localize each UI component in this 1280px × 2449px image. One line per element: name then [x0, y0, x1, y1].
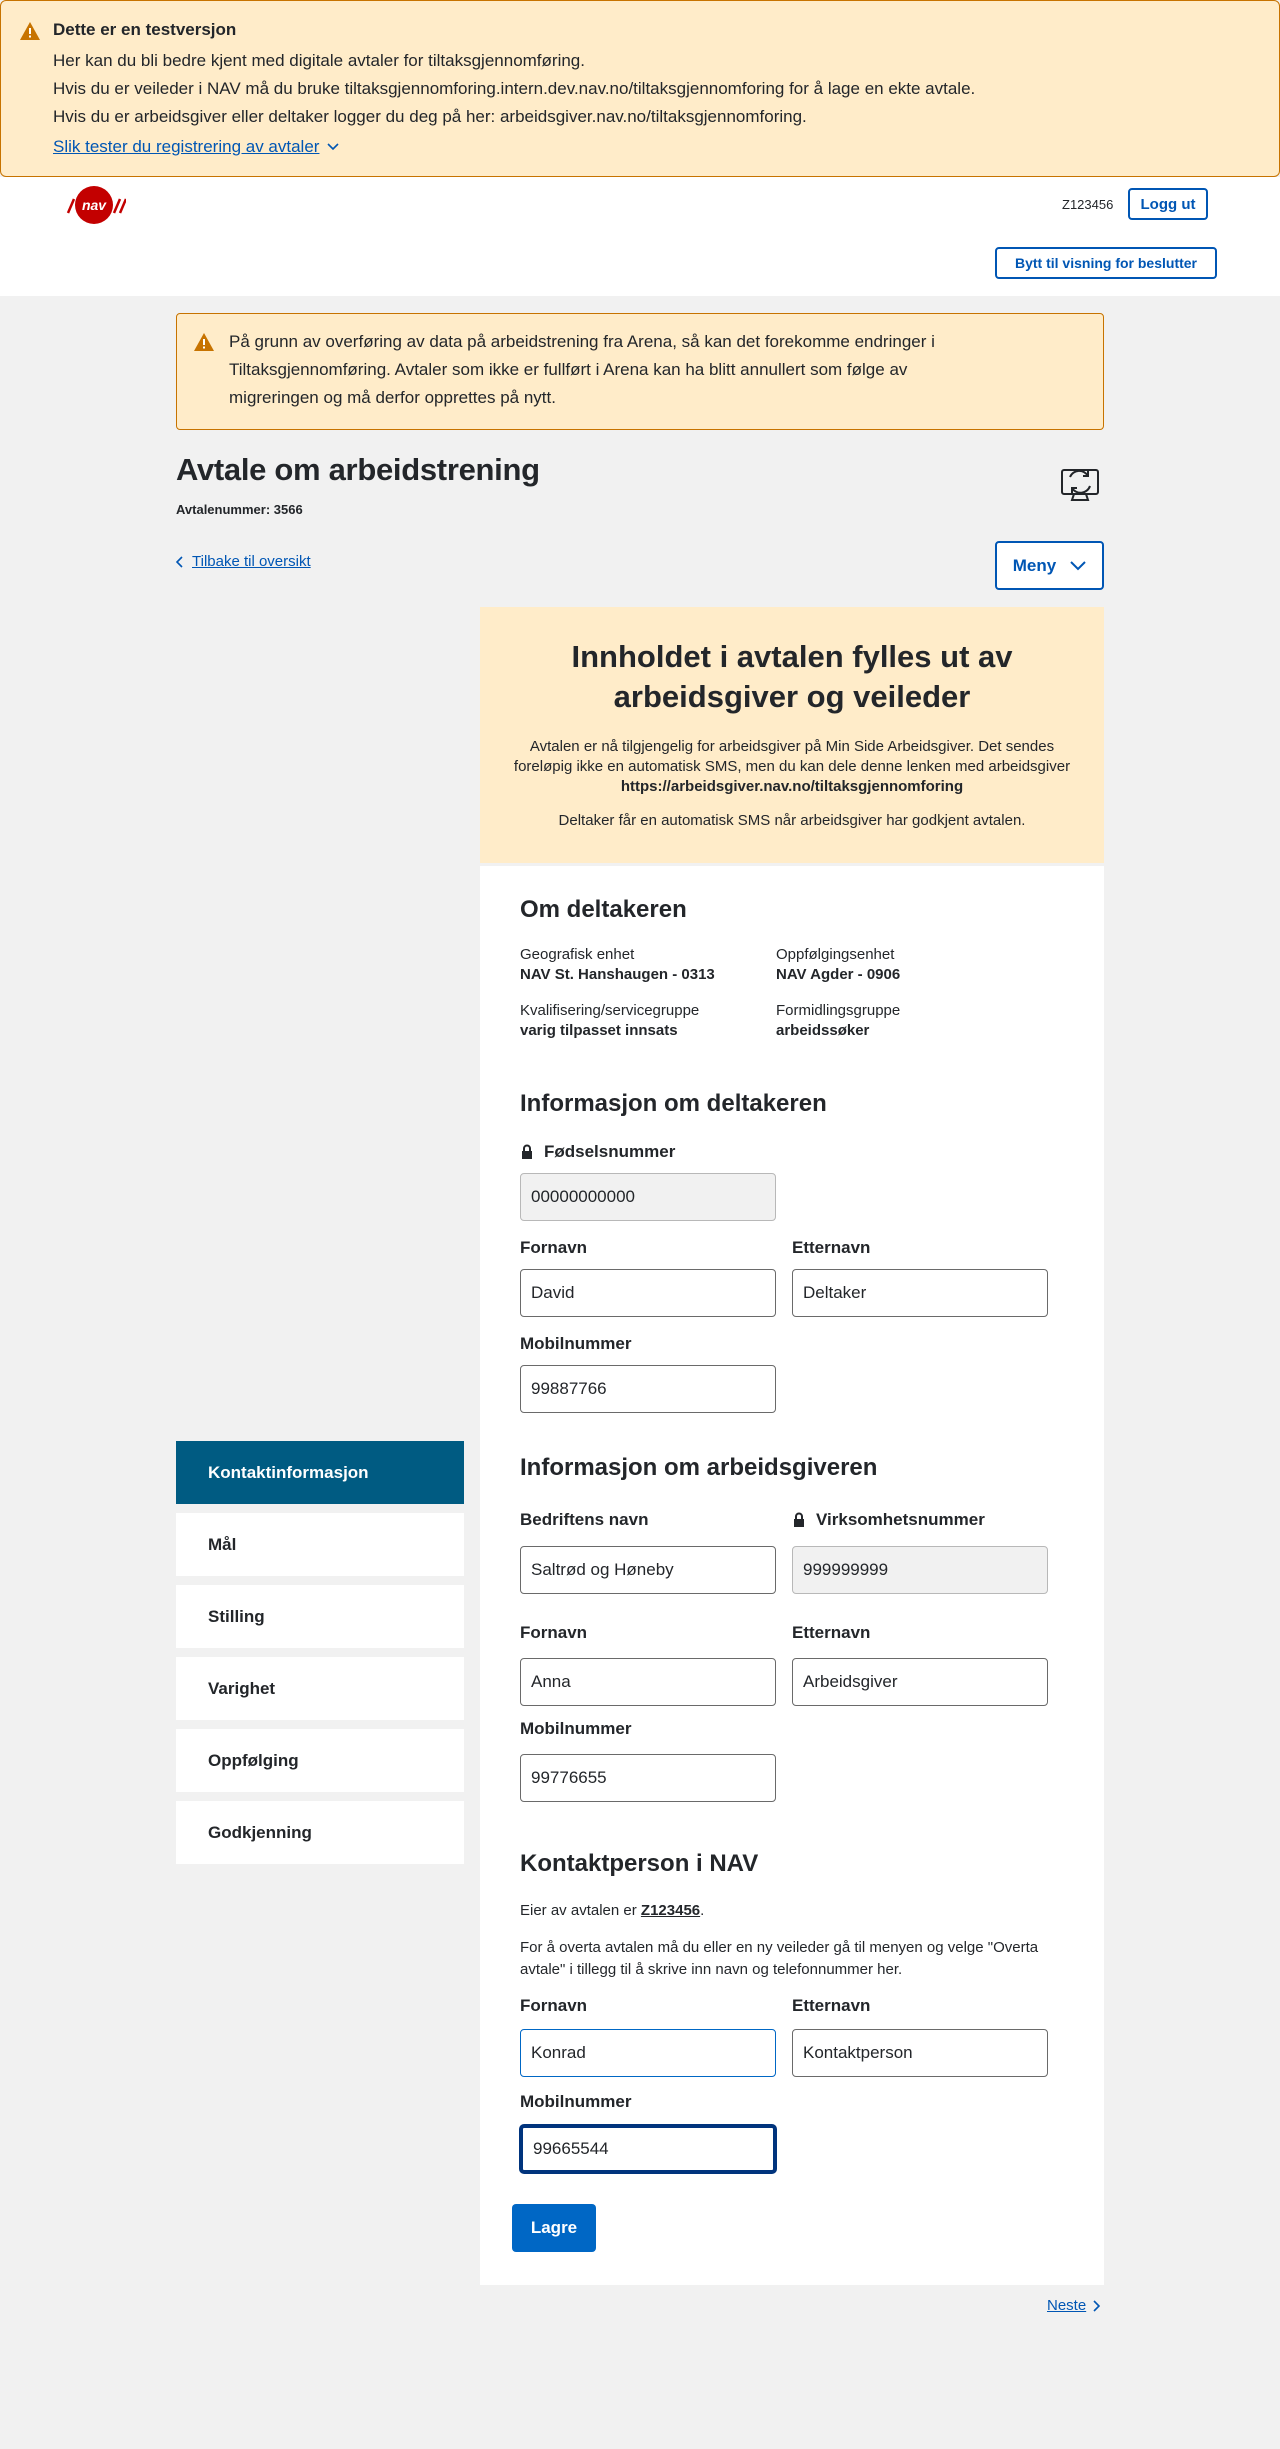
chevron-down-icon [1070, 560, 1086, 570]
menu-button-label: Meny [1012, 555, 1057, 575]
nav-contact-last-name-label: Etternavn [792, 1996, 871, 2015]
test-banner-line-2: Hvis du er veileder i NAV må du bruke ti… [53, 79, 976, 98]
back-to-overview-link[interactable]: Tilbake til oversikt [176, 553, 311, 570]
switch-to-decider-view-button[interactable]: Bytt til visning for beslutter [995, 247, 1217, 279]
participant-first-name-input[interactable] [520, 1269, 776, 1317]
company-name-input[interactable] [520, 1546, 776, 1594]
computer-sync-icon [1061, 469, 1099, 501]
logo-text: nav [82, 197, 107, 213]
nav-logo[interactable]: nav [62, 185, 126, 225]
menu-button[interactable]: Meny [995, 541, 1104, 590]
section-title-om-deltakeren: Om deltakeren [520, 896, 687, 923]
participant-first-name-label: Fornavn [520, 1238, 588, 1257]
lock-icon [794, 1512, 804, 1527]
mediation-group-label: Formidlingsgruppe [776, 1002, 901, 1019]
employer-first-name-label: Fornavn [520, 1623, 588, 1642]
takeover-instructions: For å overta avtalen må du eller en ny v… [520, 1939, 1039, 1978]
follow-up-unit-value: NAV Agder - 0906 [776, 966, 901, 983]
org-number-label: Virksomhetsnummer [792, 1510, 985, 1530]
info-box-heading: Innholdet i avtalen fylles ut av arbeids… [571, 639, 1013, 714]
agreement-owner-text: Eier av avtalen er Z123456. [520, 1900, 1080, 1922]
employer-url: https://arbeidsgiver.nav.no/tiltaksgjenn… [620, 778, 964, 795]
test-banner-line-1: Her kan du bli bedre kjent med digitale … [53, 51, 585, 70]
next-link-label: Neste [1047, 2297, 1087, 2314]
chevron-left-icon [176, 555, 183, 568]
arena-migration-alert: På grunn av overføring av data på arbeid… [176, 313, 1104, 430]
nav-item-godkjenning[interactable]: Godkjenning [176, 1801, 464, 1864]
nav-contact-mobile-label: Mobilnummer [520, 2092, 632, 2111]
test-guide-link[interactable]: Slik tester du registrering av avtaler [53, 133, 340, 161]
page-title: Avtale om arbeidstrening [176, 452, 540, 487]
mediation-group-value: arbeidssøker [776, 1022, 870, 1039]
save-button[interactable]: Lagre [512, 2204, 596, 2252]
participant-last-name-input[interactable] [792, 1269, 1048, 1317]
nav-item-stilling[interactable]: Stilling [176, 1585, 464, 1648]
test-guide-link-label: Slik tester du registrering av avtaler [53, 137, 320, 156]
employer-first-name-input[interactable] [520, 1658, 776, 1706]
test-banner-title: Dette er en testversjon [53, 20, 237, 39]
agreement-number: Avtalenummer: 3566 [176, 502, 303, 517]
test-version-banner: Dette er en testversjon Her kan du bli b… [0, 0, 1280, 177]
nav-contact-first-name-label: Fornavn [520, 1996, 588, 2015]
follow-up-unit-label: Oppfølgingsenhet [776, 946, 895, 963]
service-group-label: Kvalifisering/servicegruppe [520, 1002, 700, 1019]
company-name-label: Bedriftens navn [520, 1510, 649, 1529]
participant-last-name-label: Etternavn [792, 1238, 871, 1257]
nav-contact-mobile-input[interactable] [520, 2125, 776, 2173]
logout-button[interactable]: Logg ut [1128, 188, 1208, 220]
chevron-right-icon [1093, 2299, 1101, 2312]
info-box-text: Avtalen er nå tilgjengelig for arbeidsgi… [512, 737, 1072, 797]
ssn-label-text: Fødselsnummer [544, 1142, 676, 1161]
nav-item-oppfolging[interactable]: Oppfølging [176, 1729, 464, 1792]
app-header: nav Z123456 Logg ut Bytt til visning for… [0, 177, 1280, 296]
nav-contact-first-name-input[interactable] [520, 2029, 776, 2077]
chevron-down-icon [327, 143, 340, 151]
next-step-link[interactable]: Neste [1047, 2297, 1101, 2314]
back-link-label: Tilbake til oversikt [192, 553, 311, 570]
test-banner-line-3: Hvis du er arbeidsgiver eller deltaker l… [53, 107, 807, 126]
geo-unit-label: Geografisk enhet [520, 946, 635, 963]
owner-suffix: . [700, 1902, 705, 1919]
nav-item-kontaktinformasjon[interactable]: Kontaktinformasjon [176, 1441, 464, 1504]
step-navigation: Kontaktinformasjon Mål Stilling Varighet… [176, 1441, 464, 1873]
employer-mobile-input[interactable] [520, 1754, 776, 1802]
section-title-nav-contact: Kontaktperson i NAV [520, 1850, 759, 1877]
geo-unit-value: NAV St. Hanshaugen - 0313 [520, 966, 715, 983]
info-box-text-part1: Avtalen er nå tilgjengelig for arbeidsgi… [513, 738, 1071, 775]
participant-mobile-input[interactable] [520, 1365, 776, 1413]
ssn-label: Fødselsnummer [520, 1142, 675, 1162]
employer-last-name-input[interactable] [792, 1658, 1048, 1706]
warning-icon [194, 333, 214, 351]
arena-alert-text: På grunn av overføring av data på arbeid… [229, 332, 935, 407]
nav-item-mal[interactable]: Mål [176, 1513, 464, 1576]
contact-info-form: Om deltakeren Geografisk enhet NAV St. H… [480, 866, 1104, 2285]
org-number-input[interactable] [792, 1546, 1048, 1594]
owner-prefix: Eier av avtalen er [520, 1902, 641, 1919]
section-title-deltaker-info: Informasjon om deltakeren [520, 1090, 827, 1117]
nav-contact-last-name-input[interactable] [792, 2029, 1048, 2077]
owner-id: Z123456 [640, 1902, 701, 1919]
employer-mobile-label: Mobilnummer [520, 1719, 632, 1738]
lock-icon [522, 1144, 532, 1159]
participant-ssn-input[interactable] [520, 1173, 776, 1221]
participant-mobile-label: Mobilnummer [520, 1334, 632, 1353]
user-id: Z123456 [1062, 197, 1114, 212]
section-title-arbeidsgiver-info: Informasjon om arbeidsgiveren [520, 1454, 878, 1481]
org-number-label-text: Virksomhetsnummer [816, 1510, 985, 1529]
info-box-sms-text: Deltaker får en automatisk SMS når arbei… [558, 812, 1026, 829]
service-group-value: varig tilpasset innsats [520, 1022, 678, 1039]
nav-item-varighet[interactable]: Varighet [176, 1657, 464, 1720]
warning-icon [20, 22, 40, 40]
info-box: Innholdet i avtalen fylles ut av arbeids… [480, 607, 1104, 863]
employer-last-name-label: Etternavn [792, 1623, 871, 1642]
